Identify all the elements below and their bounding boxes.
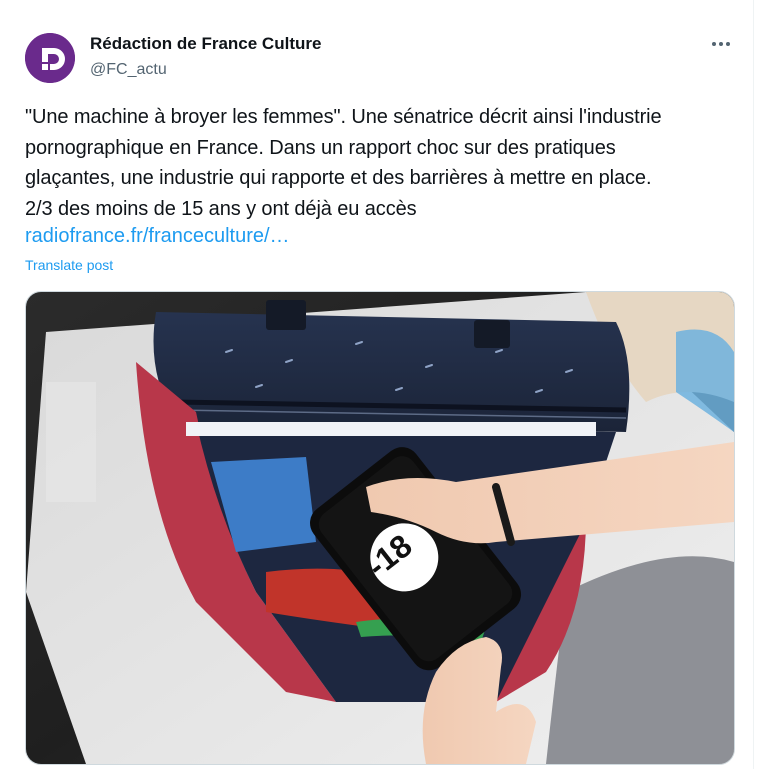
author-handle[interactable]: @FC_actu: [90, 61, 167, 79]
more-button[interactable]: [707, 30, 735, 58]
avatar[interactable]: [25, 33, 75, 83]
post-text: "Une machine à broyer les femmes". Une s…: [25, 106, 662, 220]
post-link[interactable]: radiofrance.fr/franceculture/…: [25, 221, 290, 251]
more-icon: [712, 42, 730, 46]
backpack-phone-photo: -18: [26, 292, 734, 764]
post-card: Rédaction de France Culture @FC_actu "Un…: [0, 0, 754, 769]
post-image[interactable]: -18: [25, 291, 735, 765]
author-name[interactable]: Rédaction de France Culture: [90, 34, 321, 54]
translate-post-link[interactable]: Translate post: [25, 257, 113, 273]
france-culture-logo-icon: [25, 33, 75, 83]
